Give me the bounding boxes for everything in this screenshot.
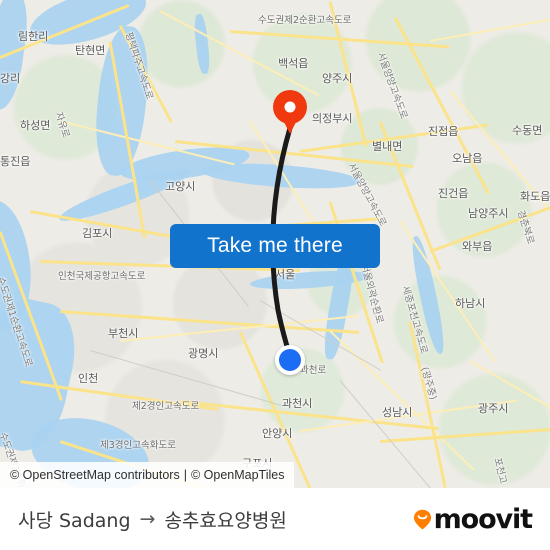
pin-center-hole bbox=[284, 101, 296, 113]
arrow-right-icon: → bbox=[139, 508, 156, 530]
attribution-openmaptiles[interactable]: © OpenMapTiles bbox=[191, 468, 285, 482]
route-summary: 사당 Sadang → 송추효요양병원 bbox=[18, 506, 287, 533]
map-canvas[interactable]: 림한리 탄현면 강리 하성면 통진읍 평택파주고속도로 자유로 수도권제2순환고속도로 백석읍 양… bbox=[0, 0, 550, 488]
destination-pin[interactable] bbox=[273, 90, 307, 136]
attribution-osm[interactable]: © OpenStreetMap contributors bbox=[10, 468, 180, 482]
moovit-pin-icon bbox=[413, 509, 432, 530]
attribution-separator: | bbox=[183, 468, 187, 482]
map-attribution: © OpenStreetMap contributors | © OpenMap… bbox=[0, 462, 295, 488]
moovit-wordmark: moovit bbox=[433, 503, 534, 535]
moovit-route-card: 림한리 탄현면 강리 하성면 통진읍 평택파주고속도로 자유로 수도권제2순환고속도로 백석읍 양… bbox=[0, 0, 550, 550]
moovit-logo[interactable]: moovit bbox=[413, 503, 534, 535]
origin-dot-fill bbox=[279, 349, 301, 371]
origin-label: 사당 Sadang bbox=[18, 509, 131, 532]
destination-label: 송추효요양병원 bbox=[164, 509, 287, 532]
origin-dot[interactable] bbox=[275, 345, 305, 375]
route-footer: 사당 Sadang → 송추효요양병원 moovit bbox=[0, 488, 550, 550]
take-me-there-button[interactable]: Take me there bbox=[170, 224, 380, 268]
